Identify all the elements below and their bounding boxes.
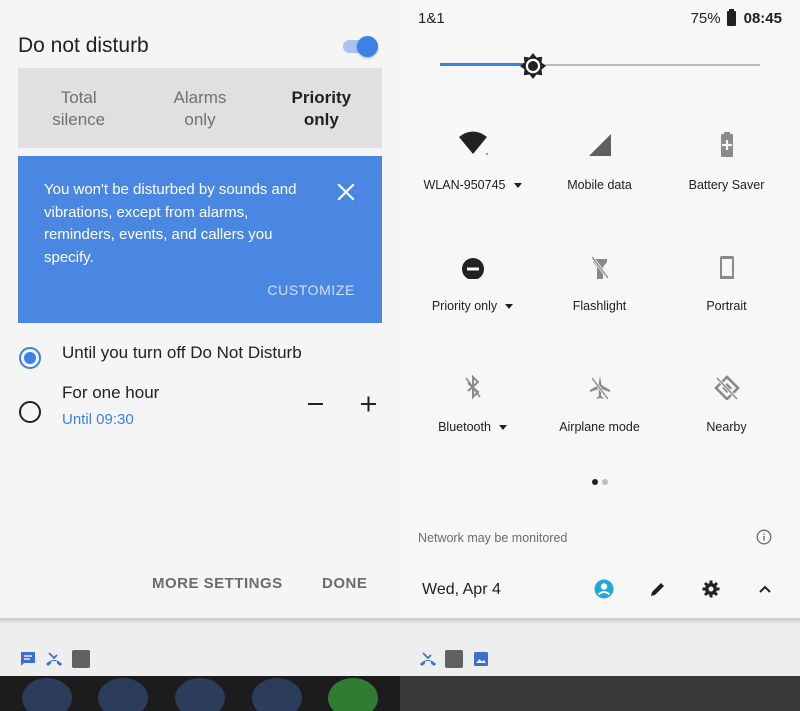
battery-percent: 75% <box>690 10 721 27</box>
mode-label-line1: Total <box>60 88 97 107</box>
status-bar-right: 75% 08:45 <box>690 9 782 27</box>
mode-alarms-only[interactable]: Alarms only <box>139 68 260 148</box>
tile-label: Battery Saver <box>688 178 765 192</box>
app-notification-icon <box>445 650 463 668</box>
image-icon <box>472 650 490 668</box>
tile-label: Bluetooth <box>438 420 491 434</box>
tile-dnd[interactable]: Priority only <box>406 235 539 345</box>
page-dot <box>602 479 608 485</box>
tile-label: WLAN-950745 <box>423 178 506 192</box>
mode-label-line2: only <box>303 110 339 129</box>
dock-app-icon[interactable] <box>22 678 72 711</box>
dnd-title: Do not disturb <box>18 34 149 57</box>
chevron-up-icon[interactable] <box>755 579 775 599</box>
carrier-name: 1&1 <box>418 10 445 27</box>
wifi-icon <box>457 126 489 158</box>
home-screen-dock <box>400 676 800 711</box>
dnd-info-card: You won't be disturbed by sounds and vib… <box>18 156 382 323</box>
mode-label-line2: silence <box>52 110 106 129</box>
battery-saver-icon <box>711 126 743 158</box>
tile-label: Airplane mode <box>559 420 640 434</box>
mode-priority-only[interactable]: Priority only <box>261 68 382 148</box>
done-button[interactable]: DONE <box>322 575 367 592</box>
home-screen-dock <box>0 676 400 711</box>
portrait-icon <box>711 247 743 280</box>
missed-call-icon <box>45 650 63 668</box>
decrease-time-button[interactable] <box>302 392 330 416</box>
bluetooth-icon <box>457 368 489 400</box>
airplane-icon <box>584 368 616 400</box>
date-label: Wed, Apr 4 <box>422 581 501 598</box>
dnd-toggle-switch[interactable] <box>341 36 378 57</box>
gear-icon[interactable] <box>701 579 721 599</box>
clock: 08:45 <box>743 10 782 27</box>
notification-icons-strip <box>400 618 800 676</box>
tile-portrait[interactable]: Portrait <box>660 235 793 345</box>
edit-icon[interactable] <box>648 579 668 599</box>
dock-app-icon[interactable] <box>175 678 225 711</box>
mode-label-line2: only <box>184 110 216 129</box>
tile-flashlight[interactable]: Flashlight <box>533 235 666 345</box>
toggle-thumb <box>357 36 378 57</box>
tile-label: Priority only <box>431 299 498 313</box>
option-hour-end-time: Until 09:30 <box>62 411 134 428</box>
info-icon[interactable] <box>756 529 772 545</box>
chevron-down-icon[interactable] <box>505 304 514 310</box>
dnd-panel: Do not disturb Total silence Alarms only P… <box>0 0 400 711</box>
tile-wifi[interactable]: WLAN-950745 <box>406 114 539 224</box>
user-icon[interactable] <box>594 579 614 599</box>
tile-battery-saver[interactable]: Battery Saver <box>660 114 793 224</box>
page-indicator <box>592 479 608 485</box>
tile-label: Nearby <box>706 420 747 434</box>
tile-label: Flashlight <box>572 299 627 313</box>
tile-label: Mobile data <box>567 178 632 192</box>
radio-for-one-hour[interactable] <box>19 401 41 423</box>
more-settings-button[interactable]: MORE SETTINGS <box>152 575 283 592</box>
dnd-mode-selector: Total silence Alarms only Priority only <box>18 68 382 148</box>
chevron-down-icon[interactable] <box>513 183 522 189</box>
missed-call-icon <box>419 650 437 668</box>
app-notification-icon <box>72 650 90 668</box>
signal-icon <box>584 126 616 158</box>
notification-icons-strip <box>0 618 400 676</box>
dock-app-icon[interactable] <box>252 678 302 711</box>
mode-label-line1: Alarms <box>173 88 227 107</box>
dock-app-icon[interactable] <box>98 678 148 711</box>
dock-app-icon[interactable] <box>328 678 378 711</box>
info-card-text: You won't be disturbed by sounds and vib… <box>44 181 297 266</box>
radio-until-turn-off[interactable] <box>19 347 41 369</box>
page-dot-active <box>592 479 598 485</box>
tile-nearby[interactable]: Nearby <box>660 356 793 466</box>
quick-settings-panel: 1&1 75% 08:45 WLAN-950745 Mobile data Ba… <box>400 0 800 711</box>
increase-time-button[interactable] <box>355 392 383 416</box>
tile-airplane-mode[interactable]: Airplane mode <box>533 356 666 466</box>
message-icon <box>19 650 37 668</box>
brightness-icon[interactable] <box>519 52 547 80</box>
dnd-icon <box>457 247 489 280</box>
option-until-turn-off-label[interactable]: Until you turn off Do Not Disturb <box>62 343 302 363</box>
network-monitored-message: Network may be monitored <box>418 531 568 545</box>
mode-label-line1: Priority <box>291 88 352 107</box>
tile-mobile-data[interactable]: Mobile data <box>533 114 666 224</box>
flashlight-icon <box>584 247 616 280</box>
tile-label: Portrait <box>706 299 747 313</box>
option-for-one-hour-label[interactable]: For one hour <box>62 383 159 403</box>
battery-icon <box>726 9 736 26</box>
nearby-icon <box>711 368 743 401</box>
mode-total-silence[interactable]: Total silence <box>18 68 139 148</box>
tile-bluetooth[interactable]: Bluetooth <box>406 356 539 466</box>
customize-button[interactable]: CUSTOMIZE <box>267 282 355 298</box>
close-icon[interactable] <box>334 180 358 204</box>
brightness-slider[interactable] <box>440 48 760 82</box>
chevron-down-icon[interactable] <box>498 425 507 431</box>
